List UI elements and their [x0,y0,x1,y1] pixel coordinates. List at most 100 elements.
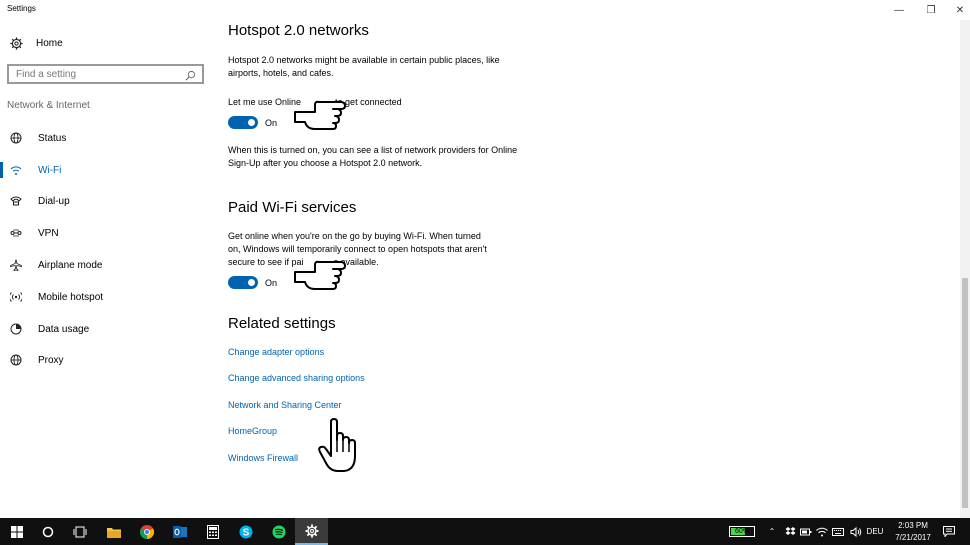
sidebar-item-airplane-mode[interactable]: Airplane mode [0,253,213,277]
link-change-advanced-sharing-options[interactable]: Change advanced sharing options [228,373,365,383]
search-input[interactable]: Find a setting [7,64,204,84]
wifi-icon [8,162,24,178]
sidebar-item-label: Mobile hotspot [38,291,104,303]
hotspot-note: When this is turned on, you can see a li… [228,145,518,168]
link-network-sharing-center[interactable]: Network and Sharing Center [228,400,342,410]
scrollbar-thumb[interactable] [962,278,968,508]
sidebar-item-proxy[interactable]: Proxy [0,348,213,372]
link-change-adapter-options[interactable]: Change adapter options [228,347,324,357]
clock-date: 7/21/2017 [895,533,931,542]
keyboard-icon [832,527,844,536]
paid-wifi-line2: on, Windows will temporarily connect to … [228,244,487,254]
volume-tray-button[interactable] [849,518,863,545]
task-view-button[interactable] [63,518,96,545]
hand-cursor-icon [318,418,356,472]
chrome-button[interactable] [130,518,163,545]
pointing-hand-icon [294,100,346,130]
skype-icon: S [239,525,252,538]
home-nav[interactable]: Home [8,34,63,52]
search-placeholder: Find a setting [16,69,77,80]
sidebar-item-mobile-hotspot[interactable]: Mobile hotspot [0,285,213,309]
spotify-button[interactable] [262,518,295,545]
battery-indicator[interactable]: 60% [729,526,755,537]
sidebar: Home Find a setting Network & Internet S… [0,20,213,518]
start-button[interactable] [0,518,33,545]
paid-wifi-heading: Paid Wi-Fi services [228,199,357,216]
outlook-icon [172,525,187,538]
network-tray-button[interactable] [815,518,829,545]
sidebar-item-label: VPN [38,227,59,239]
ime-tray-button[interactable] [831,518,845,545]
close-button[interactable]: ✕ [944,0,970,20]
paid-wifi-toggle-state: On [265,277,278,288]
skype-button[interactable]: S [229,518,262,545]
paid-wifi-toggle-switch[interactable] [228,276,258,289]
hotspot-toggle[interactable]: On [228,116,277,129]
minimize-icon: — [894,4,904,16]
battery-plug-icon [800,528,812,535]
language-label: DEU [866,527,884,536]
task-view-icon [73,526,86,537]
dropbox-icon [785,526,795,535]
restore-button[interactable]: ❐ [915,0,947,20]
speaker-icon [850,526,862,537]
data-usage-icon [8,321,24,337]
window-title: Settings [7,4,36,13]
hotspot-icon [8,289,24,305]
clock[interactable]: 2:03 PM 7/21/2017 [885,520,941,544]
sidebar-item-dialup[interactable]: Dial-up [0,189,213,213]
minimize-button[interactable]: — [883,0,915,20]
vpn-icon [8,225,24,241]
outlook-button[interactable] [163,518,196,545]
chevron-up-icon: ⌃ [768,527,776,536]
globe-icon [8,352,24,368]
chrome-icon [139,524,154,539]
link-homegroup[interactable]: HomeGroup [228,426,277,436]
calculator-button[interactable] [196,518,229,545]
gear-icon [8,35,24,51]
taskbar: S 60% ⌃ DEU 2:03 PM 7/21/2017 [0,518,970,545]
vertical-scrollbar[interactable] [960,20,970,518]
hotspot-toggle-switch[interactable] [228,116,258,129]
section-header: Network & Internet [7,100,90,111]
start-icon [10,525,23,538]
sidebar-item-status[interactable]: Status [0,126,213,150]
dropbox-tray-button[interactable] [783,518,797,545]
paid-wifi-line3: secure to see if pai s available. [228,257,379,267]
sidebar-item-label: Status [38,132,67,144]
pointing-hand-icon [294,260,346,290]
related-settings-heading: Related settings [228,315,336,332]
settings-icon [304,523,319,538]
sidebar-item-data-usage[interactable]: Data usage [0,317,213,341]
cortana-button[interactable] [31,518,64,545]
action-center-button[interactable] [940,518,958,545]
battery-percent: 60% [734,528,749,535]
settings-taskbar-button[interactable] [295,518,328,545]
hotspot-description: Hotspot 2.0 networks might be available … [228,55,500,78]
home-label: Home [36,37,63,49]
link-windows-firewall[interactable]: Windows Firewall [228,453,298,463]
hotspot-toggle-state: On [265,117,278,128]
search-icon [185,68,197,81]
paid-wifi-description: Get online when you're on the go by buyi… [228,230,528,269]
paid-wifi-toggle[interactable]: On [228,276,277,289]
hotspot-toggle-label: Let me use Online to get connected [228,96,548,109]
clock-time: 2:03 PM [898,521,928,530]
sidebar-item-wifi[interactable]: Wi-Fi [0,158,213,182]
sidebar-item-vpn[interactable]: VPN [0,221,213,245]
show-hidden-icons-button[interactable]: ⌃ [765,518,779,545]
restore-icon: ❐ [926,4,936,16]
sidebar-item-label: Dial-up [38,195,70,207]
dialup-icon [8,193,24,209]
paid-wifi-line1: Get online when you're on the go by buyi… [228,231,481,241]
power-tray-button[interactable] [799,518,813,545]
file-explorer-button[interactable] [97,518,130,545]
sidebar-item-label: Proxy [38,354,64,366]
notification-icon [943,526,955,537]
language-indicator[interactable]: DEU [866,518,884,545]
close-icon: ✕ [955,4,965,16]
hotspot-heading: Hotspot 2.0 networks [228,22,369,39]
airplane-icon [8,257,24,273]
hotspot-toggle-label-start: Let me use Online [228,97,302,107]
calculator-icon [206,524,219,539]
